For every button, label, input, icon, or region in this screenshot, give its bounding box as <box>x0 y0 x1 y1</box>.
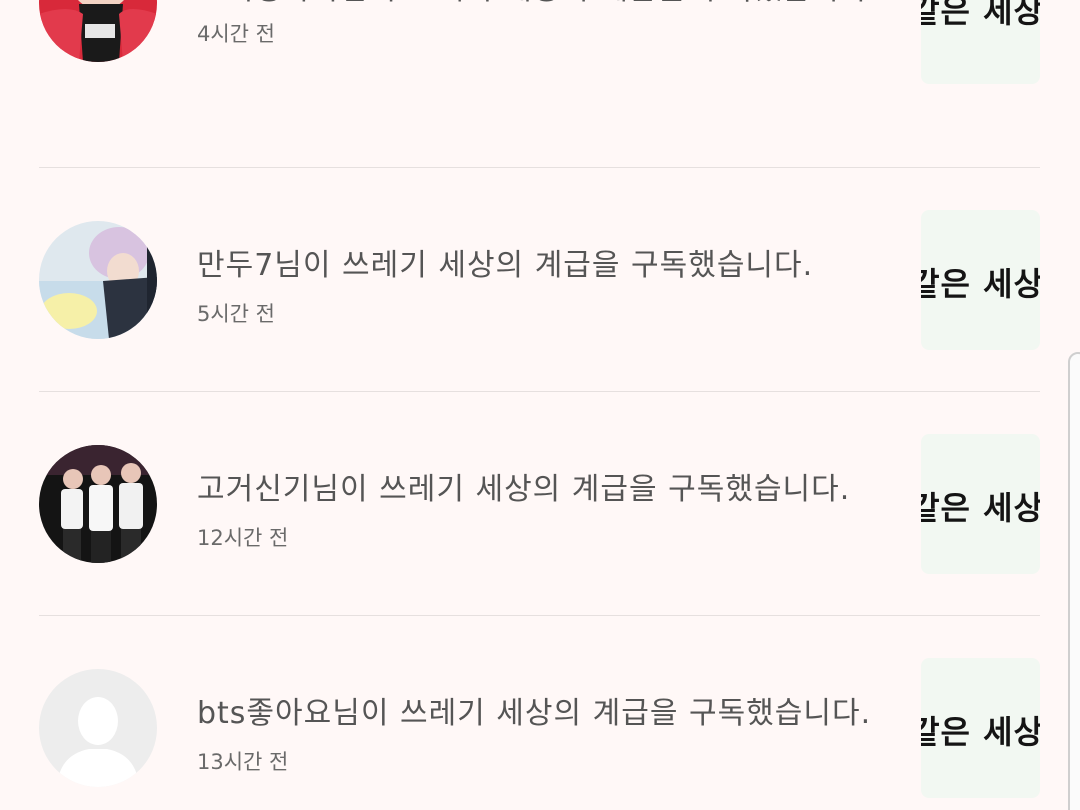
series-thumbnail[interactable]: 같은 세상 <box>921 434 1040 574</box>
thumbnail-title: 같은 세상 <box>921 265 1040 303</box>
scrollbar-handle[interactable] <box>1068 352 1080 810</box>
notification-message: 만두7님이 쓰레기 세상의 계급을 구독했습니다. <box>197 248 814 283</box>
series-thumbnail[interactable]: 같은 세상 <box>921 658 1040 798</box>
avatar[interactable] <box>39 0 157 62</box>
thumbnail-title: 같은 세상 <box>921 0 1040 30</box>
notification-message: bts좋아요님이 쓰레기 세상의 계급을 구독했습니다. <box>197 696 872 731</box>
notification-item[interactable]: bts좋아요님이 쓰레기 세상의 계급을 구독했습니다. 13시간 전 같은 세… <box>0 616 1080 810</box>
series-thumbnail[interactable]: 같은 세상 <box>921 0 1040 84</box>
avatar[interactable] <box>39 669 157 787</box>
avatar[interactable] <box>39 221 157 339</box>
thumbnail-title: 같은 세상 <box>921 713 1040 751</box>
notification-item[interactable]: 만두7님이 쓰레기 세상의 계급을 구독했습니다. 5시간 전 같은 세상 <box>0 168 1080 392</box>
notification-time: 13시간 전 <box>197 750 289 774</box>
notification-time: 12시간 전 <box>197 526 289 550</box>
avatar[interactable] <box>39 445 157 563</box>
thumbnail-title: 같은 세상 <box>921 489 1040 527</box>
notification-time: 4시간 전 <box>197 22 275 46</box>
notification-message: 모찌밍자까님이 쓰레기 세상의 계급을 구독했습니다. <box>197 0 879 8</box>
notification-item[interactable]: 모찌밍자까님이 쓰레기 세상의 계급을 구독했습니다. 4시간 전 같은 세상 <box>0 0 1080 168</box>
notification-message: 고거신기님이 쓰레기 세상의 계급을 구독했습니다. <box>197 472 851 507</box>
default-user-icon <box>39 669 157 787</box>
series-thumbnail[interactable]: 같은 세상 <box>921 210 1040 350</box>
notification-item[interactable]: 고거신기님이 쓰레기 세상의 계급을 구독했습니다. 12시간 전 같은 세상 <box>0 392 1080 616</box>
notification-time: 5시간 전 <box>197 302 275 326</box>
notification-list: 모찌밍자까님이 쓰레기 세상의 계급을 구독했습니다. 4시간 전 같은 세상 … <box>0 0 1080 810</box>
